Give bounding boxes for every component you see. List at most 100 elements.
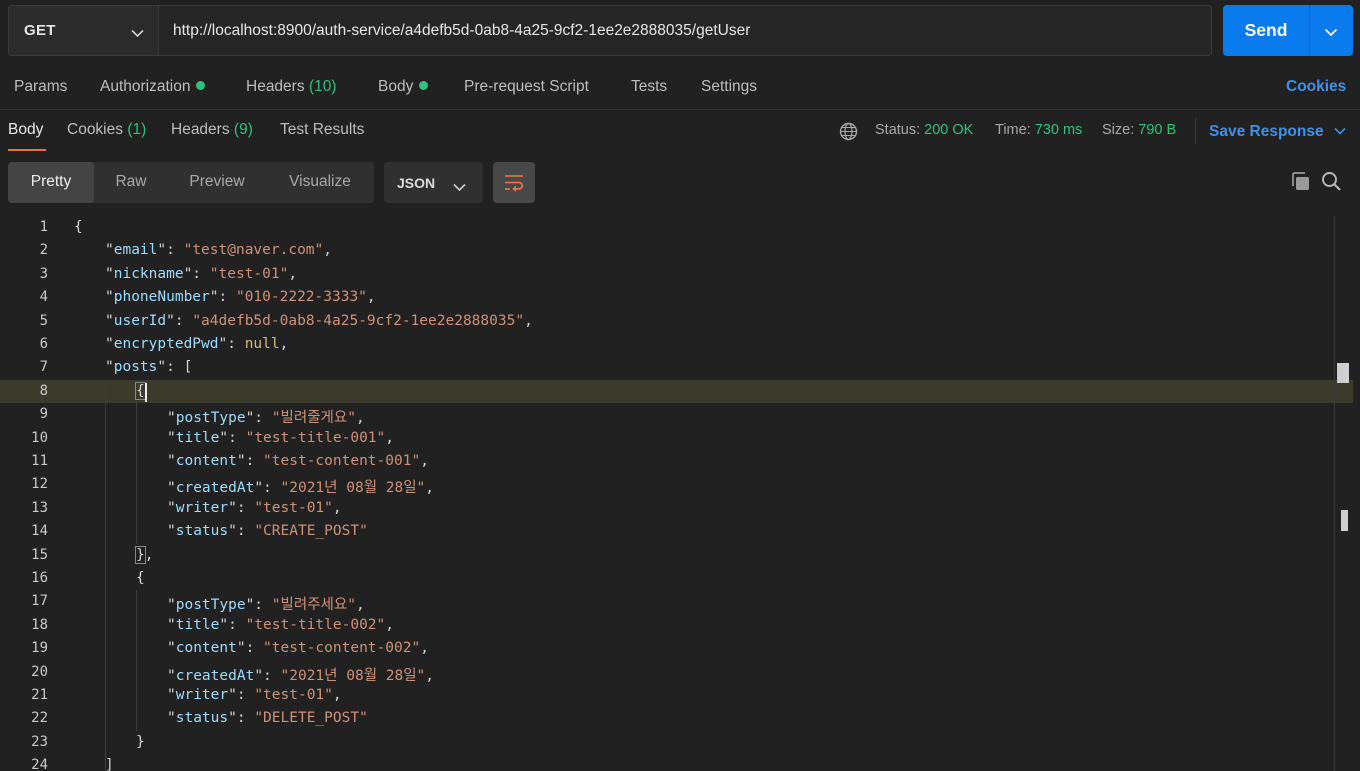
json-punctuation: "	[105, 359, 114, 376]
active-dot-icon	[196, 81, 206, 90]
search-icon[interactable]	[1321, 171, 1342, 196]
response-tab-headers[interactable]: Headers (9)	[171, 121, 253, 139]
json-punctuation: ,	[332, 687, 342, 703]
scrollbar-thumb[interactable]	[1341, 510, 1348, 531]
line-number: 8	[39, 382, 48, 399]
method-select[interactable]: GET	[8, 5, 158, 56]
json-key: status	[175, 523, 229, 540]
tab-settings[interactable]: Settings	[701, 78, 757, 96]
response-tab-body[interactable]: Body	[8, 121, 43, 139]
response-tab-cookies-label: Cookies	[67, 121, 123, 138]
json-punctuation: ,	[385, 429, 395, 446]
json-punctuation: ":	[157, 242, 184, 259]
status-value: 200 OK	[924, 122, 974, 138]
json-key: phoneNumber	[113, 289, 210, 306]
view-mode-preview[interactable]: Preview	[168, 162, 266, 203]
view-mode-pretty[interactable]: Pretty	[8, 162, 94, 203]
json-string: "test@naver.com"	[183, 242, 324, 259]
response-tab-test-results[interactable]: Test Results	[280, 121, 364, 139]
cookies-count: (1)	[127, 121, 147, 138]
save-response-label: Save Response	[1209, 123, 1324, 140]
json-punctuation: "	[105, 312, 114, 329]
json-punctuation: ":	[219, 616, 246, 633]
url-input[interactable]: http://localhost:8900/auth-service/a4def…	[158, 5, 1212, 56]
json-string: "빌려줄게요"	[271, 410, 356, 427]
json-string: "빌려주세요"	[271, 597, 356, 614]
code-line: 11 "content": "test-content-001",	[0, 450, 1353, 473]
json-punctuation: "	[167, 710, 176, 727]
code-text: "posts": [	[105, 359, 192, 375]
cookies-link[interactable]: Cookies	[1286, 78, 1346, 96]
line-number: 22	[31, 710, 48, 727]
json-key: status	[175, 710, 229, 727]
format-label: JSON	[397, 175, 436, 191]
json-punctuation: ,	[355, 597, 365, 614]
code-text: ]	[105, 757, 114, 771]
view-mode-visualize[interactable]: Visualize	[266, 162, 374, 203]
send-divider	[1309, 5, 1310, 56]
tab-headers[interactable]: Headers (10)	[246, 78, 336, 96]
json-punctuation: "	[167, 667, 176, 684]
json-punctuation: ,	[323, 242, 333, 259]
format-select[interactable]: JSON	[384, 162, 483, 203]
globe-icon[interactable]	[839, 122, 858, 145]
code-text: {	[135, 381, 147, 402]
tab-prerequest-script[interactable]: Pre-request Script	[464, 78, 589, 96]
tab-body-label: Body	[378, 78, 414, 95]
code-text: {	[136, 570, 145, 586]
status-label: Status:	[875, 122, 921, 138]
json-punctuation: "	[105, 265, 114, 282]
code-line: 6 "encryptedPwd": null,	[0, 333, 1353, 356]
code-line: 3 "nickname": "test-01",	[0, 263, 1353, 286]
chevron-down-icon[interactable]	[1324, 24, 1338, 41]
json-punctuation: ,	[366, 289, 376, 306]
tab-body[interactable]: Body	[378, 78, 429, 96]
json-punctuation: ":	[218, 336, 245, 352]
json-key: email	[113, 242, 158, 259]
time-value: 730 ms	[1034, 122, 1083, 138]
json-string: "test-title-001"	[245, 429, 386, 446]
chevron-down-icon	[1334, 122, 1346, 139]
json-punctuation: "	[167, 523, 176, 540]
json-key: encryptedPwd	[113, 336, 219, 352]
scrollbar-track	[1334, 216, 1335, 771]
json-punctuation: ,	[524, 312, 533, 329]
word-wrap-button[interactable]	[493, 162, 535, 203]
view-mode-raw[interactable]: Raw	[94, 162, 168, 203]
tab-params[interactable]: Params	[14, 78, 67, 96]
status-readout: Status: 200 OK	[875, 122, 973, 138]
json-punctuation: ,	[332, 499, 342, 516]
json-punctuation: "	[167, 410, 176, 427]
tab-authorization[interactable]: Authorization	[100, 78, 206, 96]
code-line: 14 "status": "CREATE_POST"	[0, 520, 1353, 543]
line-number: 23	[31, 733, 48, 750]
code-text: "title": "test-title-002",	[167, 617, 394, 633]
line-number: 7	[39, 359, 48, 376]
code-text: "postType": "빌려줄게요",	[167, 406, 365, 427]
code-text: "userId": "a4defb5d-0ab8-4a25-9cf2-1ee2e…	[105, 313, 533, 329]
json-punctuation: "	[167, 499, 176, 516]
json-punctuation: "	[105, 336, 114, 352]
send-button[interactable]: Send	[1223, 5, 1353, 56]
code-text: "content": "test-content-001",	[167, 453, 429, 469]
code-text: "email": "test@naver.com",	[105, 242, 332, 258]
copy-icon[interactable]	[1290, 171, 1311, 196]
response-tab-cookies[interactable]: Cookies (1)	[67, 121, 146, 139]
json-punctuation: ":	[183, 265, 210, 282]
response-body-editor[interactable]: 1{2 "email": "test@naver.com", 3 "nickname"…	[0, 216, 1360, 771]
line-number: 14	[31, 523, 48, 540]
json-punctuation: ":	[245, 597, 272, 614]
json-key: writer	[175, 499, 229, 516]
line-number: 11	[31, 453, 48, 469]
active-tab-indicator	[8, 149, 46, 151]
json-key: content	[175, 453, 237, 469]
json-punctuation: ":	[236, 453, 264, 469]
json-punctuation: {	[74, 219, 83, 235]
code-text: {	[74, 219, 83, 235]
code-text: "postType": "빌려주세요",	[167, 593, 365, 614]
json-key: createdAt	[175, 480, 255, 497]
save-response-button[interactable]: Save Response	[1209, 122, 1346, 141]
code-text: "writer": "test-01",	[167, 500, 342, 516]
tab-tests[interactable]: Tests	[631, 78, 667, 96]
line-number: 13	[31, 499, 48, 516]
